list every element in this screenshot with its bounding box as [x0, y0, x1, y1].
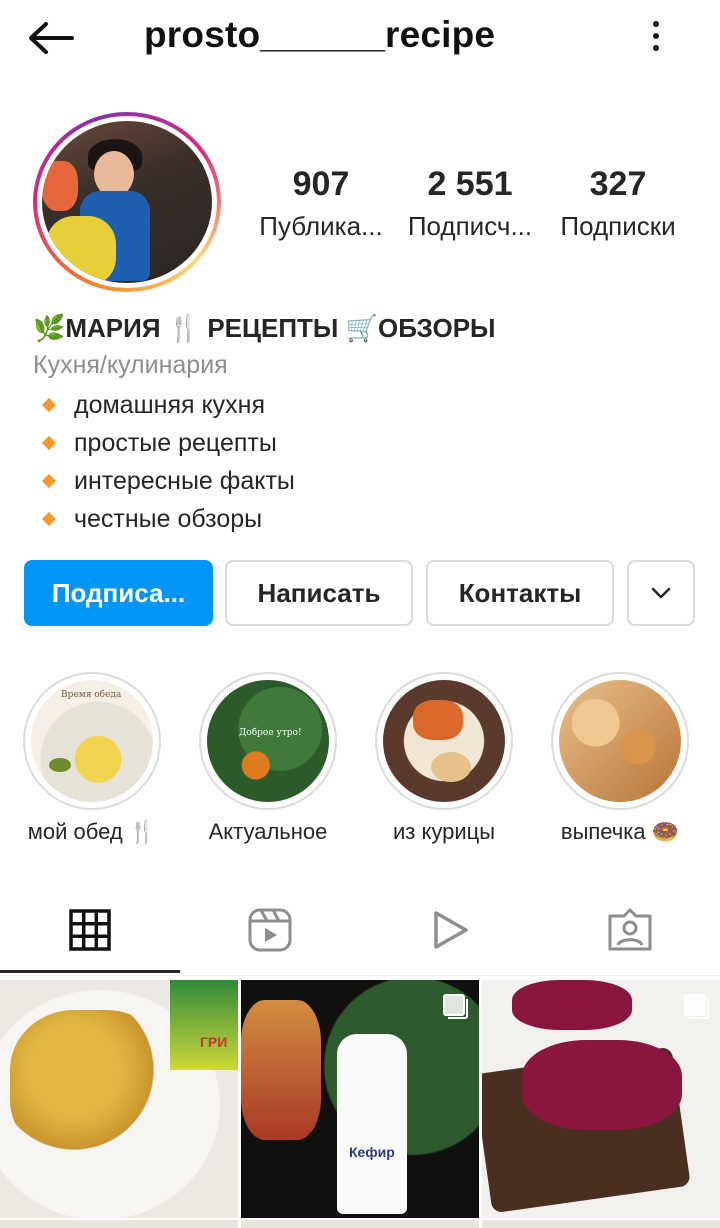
arrow-left-icon	[29, 22, 74, 54]
suggested-accounts-button[interactable]	[627, 560, 695, 626]
reels-icon	[248, 908, 292, 952]
multiple-images-icon	[684, 994, 709, 1019]
highlight-label: выпечка 🍩	[560, 819, 680, 844]
tab-posts-grid[interactable]	[60, 906, 120, 954]
bio-item: интересные факты	[40, 462, 295, 500]
avatar-photo	[42, 121, 212, 283]
stat-following[interactable]: 327 Подписки	[550, 162, 686, 246]
message-button[interactable]: Написать	[225, 560, 413, 626]
stat-posts[interactable]: 907 Публика...	[252, 162, 390, 246]
post-thumbnail[interactable]: ГРИ	[0, 980, 238, 1218]
posts-label: Публика...	[259, 211, 383, 241]
posts-count: 907	[292, 165, 350, 203]
active-tab-indicator	[0, 970, 180, 973]
highlight-cover: Доброе утро!	[207, 680, 329, 802]
diamond-icon	[41, 473, 57, 489]
highlight-label: мой обед 🍴	[27, 819, 157, 844]
post-thumbnail[interactable]	[482, 980, 720, 1218]
bio-item: домашняя кухня	[40, 386, 295, 424]
highlight-cover	[383, 680, 505, 802]
highlight-aktualnoe[interactable]: Доброе утро! Актуальное	[188, 672, 348, 846]
tab-igtv[interactable]	[420, 906, 480, 954]
bio-list: домашняя кухня простые рецепты интересны…	[40, 386, 295, 538]
post-thumbnail[interactable]: Кефир	[241, 980, 479, 1218]
bio-item: простые рецепты	[40, 424, 295, 462]
more-options-button[interactable]	[638, 14, 674, 58]
followers-label: Подписч...	[407, 211, 533, 241]
highlight-moi-obed[interactable]: Время обеда мой обед 🍴	[12, 672, 172, 846]
diamond-icon	[41, 435, 57, 451]
diamond-icon	[41, 397, 57, 413]
tabs-divider	[0, 975, 720, 976]
multiple-images-icon	[443, 994, 468, 1019]
tab-tagged[interactable]	[600, 906, 660, 954]
followers-count: 2 551	[427, 165, 513, 203]
following-count: 327	[589, 165, 647, 203]
highlight-cover: Время обеда	[31, 680, 153, 802]
highlight-cover	[559, 680, 681, 802]
tab-reels[interactable]	[240, 906, 300, 954]
top-bar: prosto______recipe	[0, 0, 720, 80]
chevron-down-icon	[651, 587, 671, 599]
highlight-iz-kuricy[interactable]: из курицы	[364, 672, 524, 846]
highlight-vypechka[interactable]: выпечка 🍩	[540, 672, 700, 846]
profile-username: prosto______recipe	[144, 14, 496, 55]
profile-tabs	[0, 888, 720, 974]
follow-button[interactable]: Подписа...	[24, 560, 213, 626]
contacts-button[interactable]: Контакты	[426, 560, 614, 626]
highlight-label: Актуальное	[208, 819, 328, 844]
tagged-icon	[608, 908, 652, 951]
grid-icon	[69, 909, 111, 951]
highlight-label: из курицы	[392, 819, 496, 844]
diamond-icon	[41, 511, 57, 527]
bio-category: Кухня/кулинария	[33, 351, 228, 379]
back-button[interactable]	[26, 16, 86, 60]
kefir-bottle: Кефир	[337, 1034, 407, 1214]
bio-name: 🌿МАРИЯ 🍴 РЕЦЕПТЫ 🛒ОБЗОРЫ	[33, 313, 496, 343]
video-play-icon	[434, 911, 468, 949]
following-label: Подписки	[560, 211, 676, 241]
stat-followers[interactable]: 2 551 Подписч...	[400, 162, 540, 246]
more-vertical-icon	[653, 21, 659, 27]
profile-avatar[interactable]	[33, 112, 221, 292]
bio-item: честные обзоры	[40, 500, 295, 538]
